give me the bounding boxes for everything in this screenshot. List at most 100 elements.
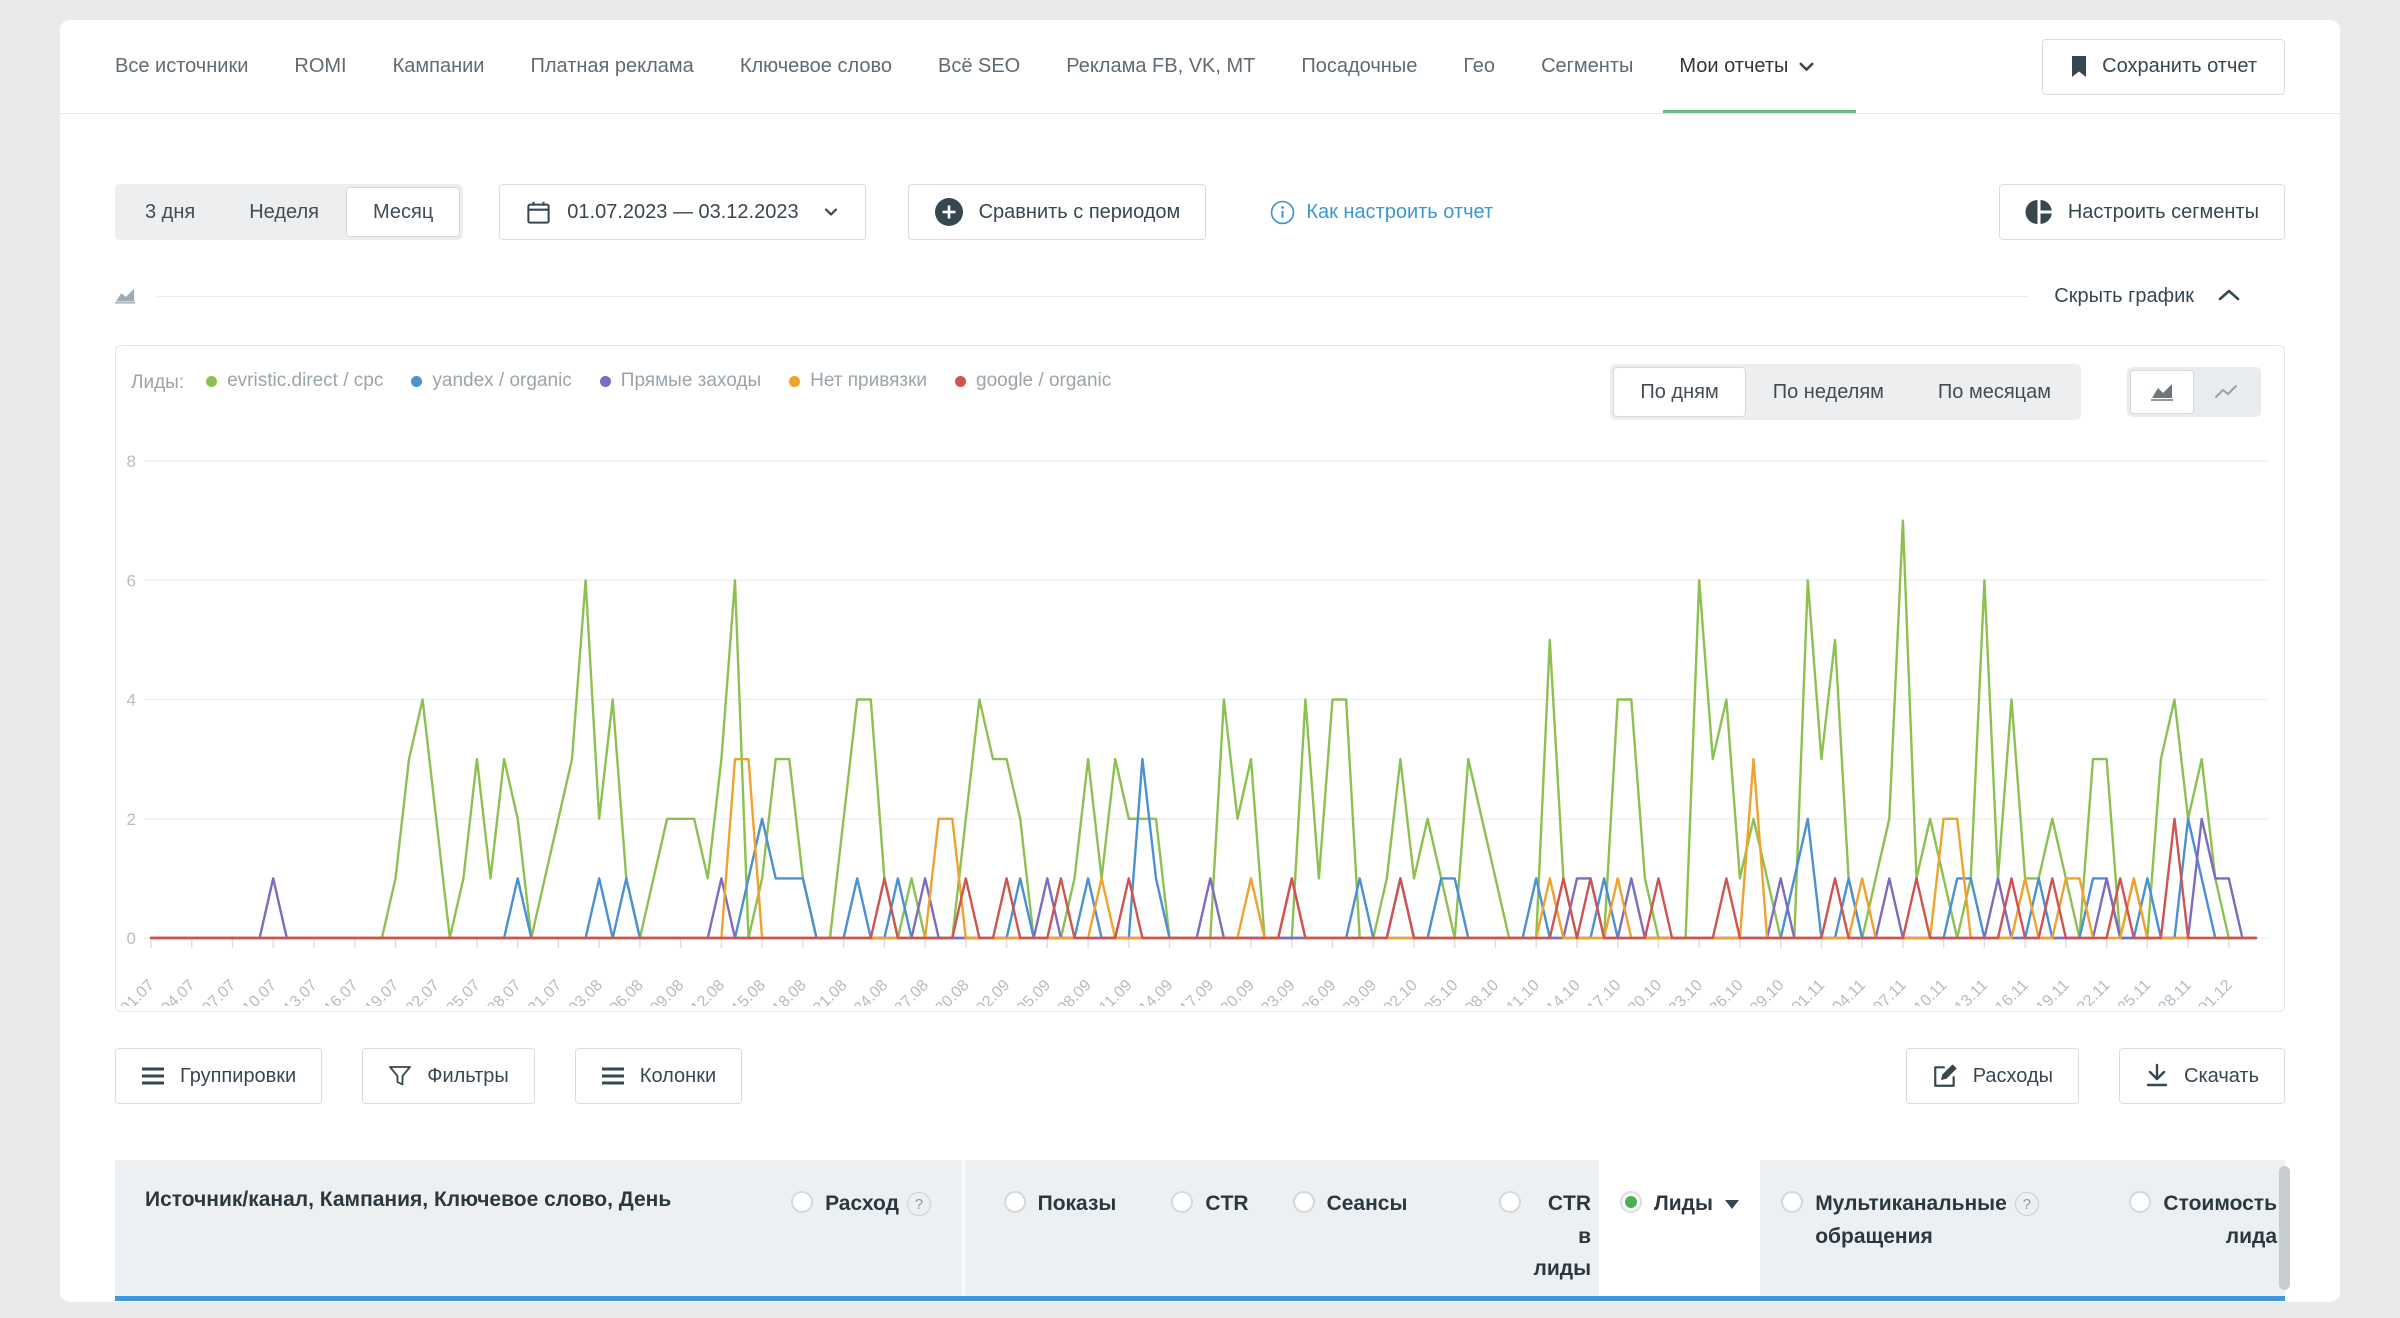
nav-tab[interactable]: Кампании (393, 20, 485, 113)
nav-tab[interactable]: Мои отчеты (1679, 20, 1816, 113)
metric-radio[interactable] (791, 1191, 813, 1213)
hide-graph-label[interactable]: Скрыть график (2054, 285, 2194, 308)
metric-dropdown-arrow[interactable] (1725, 1200, 1739, 1209)
x-tick-label: 19.11 (2033, 977, 2073, 1006)
x-tick-label: 04.11 (1829, 977, 1869, 1006)
metric-column-header[interactable]: Сеансы (1265, 1160, 1435, 1296)
metric-radio[interactable] (1781, 1191, 1803, 1213)
metric-radio[interactable] (2129, 1191, 2151, 1213)
nav-tab[interactable]: Сегменты (1541, 20, 1633, 113)
help-icon[interactable]: ? (907, 1192, 931, 1216)
leads-line-chart[interactable]: 0246801.0704.0707.0710.0713.0716.0719.07… (116, 441, 2286, 1006)
x-tick-label: 23.10 (1666, 977, 1706, 1006)
legend-item[interactable]: Прямые заходы (600, 370, 761, 392)
metric-label-text: обращения (1815, 1221, 1933, 1254)
help-icon[interactable]: ? (2015, 1192, 2039, 1216)
edit-square-icon (1932, 1063, 1958, 1089)
metric-label-line: Показы (1038, 1188, 1117, 1221)
nav-tab[interactable]: Гео (1463, 20, 1495, 113)
chevron-up-icon[interactable] (2216, 286, 2242, 306)
x-tick-label: 20.10 (1625, 977, 1665, 1006)
y-tick-label: 6 (127, 571, 136, 590)
filters-label: Фильтры (427, 1065, 509, 1088)
save-report-button[interactable]: Сохранить отчет (2042, 39, 2285, 95)
metric-column-header[interactable]: CTRвлиды (1435, 1160, 1599, 1296)
filters-button[interactable]: Фильтры (362, 1048, 535, 1104)
nav-tab[interactable]: Всё SEO (938, 20, 1020, 113)
x-tick-label: 19.07 (362, 977, 402, 1006)
x-tick-label: 08.10 (1462, 977, 1502, 1006)
granularity-option[interactable]: По неделям (1746, 367, 1911, 417)
table-vertical-scrollbar[interactable] (2279, 1166, 2290, 1290)
chevron-down-icon (822, 203, 840, 221)
x-tick-label: 20.09 (1218, 977, 1258, 1006)
x-tick-label: 14.09 (1136, 977, 1176, 1006)
nav-tab[interactable]: Все источники (115, 20, 248, 113)
x-tick-label: 13.11 (1952, 977, 1992, 1006)
table-toolbar: Группировки Фильтры Колонки Расходы (115, 1048, 2285, 1104)
area-chart-type-button[interactable] (2130, 370, 2194, 414)
dimension-column-header[interactable]: Источник/канал, Кампания, Ключевое слово… (115, 1160, 760, 1296)
nav-tab[interactable]: Посадочные (1301, 20, 1417, 113)
nav-tab-label: Сегменты (1541, 55, 1633, 78)
legend-item[interactable]: evristic.direct / cpc (206, 370, 383, 392)
metric-radio[interactable] (1171, 1191, 1193, 1213)
nav-divider (60, 113, 2340, 114)
area-chart-mini-icon[interactable] (115, 287, 135, 305)
period-option[interactable]: 3 дня (118, 187, 222, 237)
x-tick-label: 23.09 (1258, 977, 1298, 1006)
metric-column-header[interactable]: Показы (965, 1160, 1155, 1296)
metric-label-line: лиды (1533, 1253, 1591, 1286)
compare-period-button[interactable]: Сравнить с периодом (908, 184, 1207, 240)
legend-item[interactable]: Нет привязки (789, 370, 927, 392)
configure-segments-button[interactable]: Настроить сегменты (1999, 184, 2285, 240)
how-to-configure-link[interactable]: Как настроить отчет (1270, 200, 1493, 225)
columns-button[interactable]: Колонки (575, 1048, 742, 1104)
x-tick-label: 22.11 (2074, 977, 2114, 1006)
list-icon (601, 1066, 625, 1086)
nav-tab[interactable]: Ключевое слово (740, 20, 892, 113)
how-to-configure-label: Как настроить отчет (1306, 201, 1493, 224)
metric-column-header[interactable]: CTR (1155, 1160, 1265, 1296)
hide-graph-row: Скрыть график (115, 282, 2242, 310)
metric-label-line: Лиды (1654, 1188, 1739, 1221)
table-header-row: Источник/канал, Кампания, Ключевое слово… (115, 1160, 2285, 1296)
x-tick-label: 04.07 (158, 977, 198, 1006)
legend-items: evristic.direct / cpc yandex / organic Пря… (206, 370, 1111, 392)
metric-label-line: Стоимость (2163, 1188, 2277, 1221)
metric-label-text: Лиды (1654, 1188, 1713, 1221)
granularity-option[interactable]: По дням (1613, 367, 1745, 417)
period-option[interactable]: Неделя (222, 187, 346, 237)
download-button[interactable]: Скачать (2119, 1048, 2285, 1104)
granularity-option[interactable]: По месяцам (1911, 367, 2078, 417)
legend-item[interactable]: google / organic (955, 370, 1111, 392)
legend-color-dot (789, 376, 800, 387)
nav-tab[interactable]: ROMI (294, 20, 346, 113)
legend-item[interactable]: yandex / organic (411, 370, 571, 392)
metric-column-header[interactable]: Стоимостьлида (2060, 1160, 2285, 1296)
x-tick-label: 21.08 (810, 977, 850, 1006)
metric-radio[interactable] (1499, 1191, 1521, 1213)
series-line (151, 521, 2256, 938)
y-tick-label: 2 (127, 810, 136, 829)
list-icon (141, 1066, 165, 1086)
nav-tab[interactable]: Реклама FB, VK, MT (1066, 20, 1255, 113)
metric-radio[interactable] (1004, 1191, 1026, 1213)
groupings-button[interactable]: Группировки (115, 1048, 322, 1104)
period-option[interactable]: Месяц (346, 187, 460, 237)
line-chart-type-button[interactable] (2194, 370, 2258, 414)
metric-column-header[interactable]: Мультиканальные?обращения (1760, 1160, 2060, 1296)
metric-column-header[interactable]: Расход? (760, 1160, 965, 1296)
metric-column-header[interactable]: Лиды (1599, 1160, 1760, 1296)
expenses-button[interactable]: Расходы (1906, 1048, 2079, 1104)
expenses-label: Расходы (1973, 1065, 2053, 1088)
x-tick-label: 01.07 (117, 977, 157, 1006)
x-tick-label: 10.07 (240, 977, 280, 1006)
table-horizontal-scrollbar[interactable] (115, 1296, 2285, 1301)
x-tick-label: 24.08 (851, 977, 891, 1006)
metric-radio[interactable] (1620, 1191, 1642, 1213)
nav-tab[interactable]: Платная реклама (530, 20, 693, 113)
date-range-picker[interactable]: 01.07.2023 — 03.12.2023 (499, 184, 865, 240)
chart-legend: Лиды: evristic.direct / cpcyandex / orga… (131, 370, 1111, 394)
metric-radio[interactable] (1293, 1191, 1315, 1213)
